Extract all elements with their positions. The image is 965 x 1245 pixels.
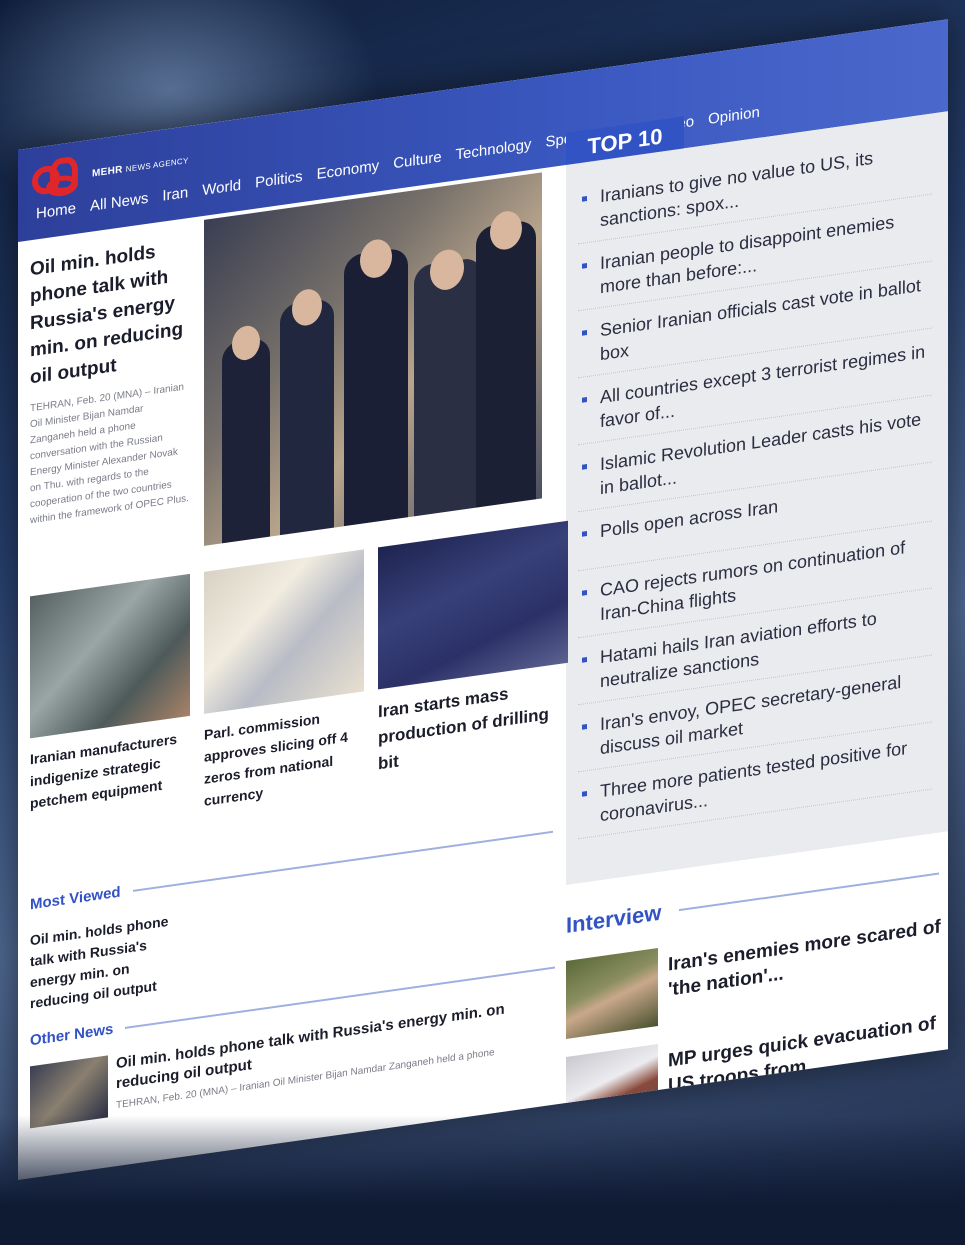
lead-summary: TEHRAN, Feb. 20 (MNA) – Iranian Oil Mini… bbox=[30, 381, 189, 527]
section-divider bbox=[132, 830, 553, 892]
most-viewed-label: Most Viewed bbox=[30, 883, 121, 914]
interview-label: Interview bbox=[566, 899, 662, 938]
lead-story: Oil min. holds phone talk with Russia's … bbox=[30, 234, 190, 529]
nav-world[interactable]: World bbox=[202, 177, 241, 199]
interview-title: Iran's enemies more scared of 'the natio… bbox=[668, 916, 941, 1001]
news-card-title: Parl. commission approves slicing off 4 … bbox=[204, 710, 348, 809]
other-news-item[interactable]: Oil min. holds phone talk with Russia's … bbox=[30, 993, 550, 1129]
nav-politics[interactable]: Politics bbox=[255, 168, 303, 192]
nav-culture[interactable]: Culture bbox=[393, 148, 441, 172]
most-viewed-header: Most Viewed bbox=[30, 823, 553, 913]
interview-title: MP urges quick evacuation of US troops f… bbox=[668, 1013, 936, 1097]
thumb-row: Iranian manufacturers indigenize strateg… bbox=[30, 520, 568, 837]
logo-text: MEHR NEWS AGENCY bbox=[92, 155, 189, 180]
most-viewed-item[interactable]: Oil min. holds phone talk with Russia's … bbox=[30, 909, 180, 1014]
news-card[interactable]: Iran starts mass production of drilling … bbox=[378, 520, 568, 788]
mehr-logo-icon bbox=[32, 154, 86, 202]
news-card-image bbox=[204, 549, 364, 714]
nav-home[interactable]: Home bbox=[36, 200, 76, 223]
nav-economy[interactable]: Economy bbox=[317, 157, 380, 183]
lead-photo[interactable] bbox=[204, 172, 542, 546]
section-divider bbox=[679, 872, 940, 912]
top10-panel: Iranians to give no value to US, its san… bbox=[566, 111, 948, 885]
news-card-image bbox=[378, 520, 568, 690]
news-card[interactable]: Iranian manufacturers indigenize strateg… bbox=[30, 573, 190, 836]
nav-all-news[interactable]: All News bbox=[90, 190, 148, 215]
news-card[interactable]: Parl. commission approves slicing off 4 … bbox=[204, 549, 364, 811]
nav-technology[interactable]: Technology bbox=[456, 136, 532, 164]
background-bottom bbox=[0, 1115, 965, 1245]
nav-opinion[interactable]: Opinion bbox=[708, 104, 760, 128]
news-card-title: Iran starts mass production of drilling … bbox=[378, 684, 549, 774]
interview-image bbox=[566, 948, 658, 1039]
website-screen: MEHR NEWS AGENCY Home All News Iran Worl… bbox=[18, 19, 948, 1181]
top10-list: Iranians to give no value to US, its san… bbox=[566, 111, 948, 841]
nav-iran[interactable]: Iran bbox=[162, 184, 188, 205]
other-news-label: Other News bbox=[30, 1020, 114, 1050]
news-card-title: Iranian manufacturers indigenize strateg… bbox=[30, 730, 178, 812]
news-card-image bbox=[30, 573, 190, 739]
lead-title[interactable]: Oil min. holds phone talk with Russia's … bbox=[30, 234, 190, 391]
